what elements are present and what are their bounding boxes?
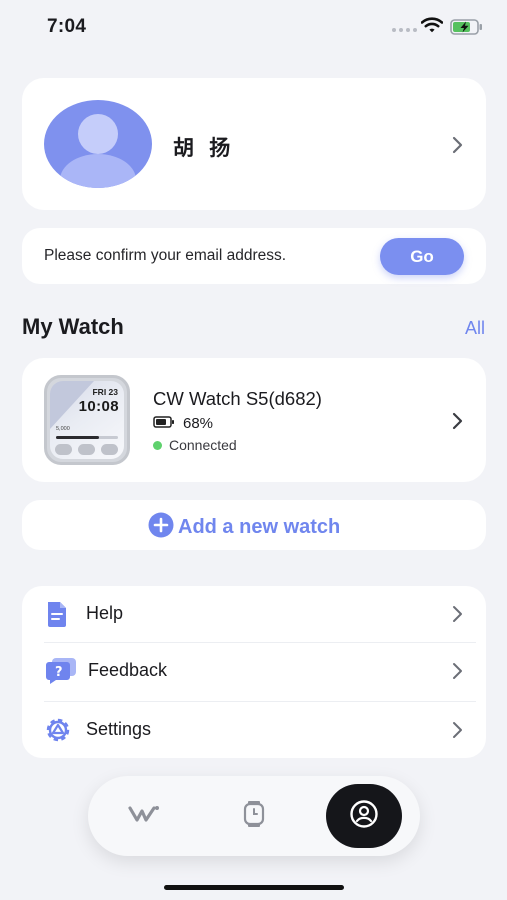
profile-icon [349,799,379,834]
watch-connection-status: Connected [153,437,237,453]
chevron-right-icon [452,662,464,680]
watch-face-time: 10:08 [78,398,119,415]
chevron-right-icon [452,721,464,739]
my-watch-title: My Watch [22,314,124,339]
svg-text:?: ? [55,665,63,680]
avatar [44,100,152,188]
profile-name: 胡 扬 [173,136,235,160]
watch-battery: 68% [153,415,213,432]
status-time: 7:04 [47,16,87,37]
menu-item-help[interactable]: Help [22,586,486,644]
all-watches-link[interactable]: All [465,318,485,339]
bottom-tab-bar [88,776,420,856]
email-confirmation-message: Please confirm your email address. [44,247,287,264]
chevron-right-icon [452,136,464,154]
document-icon [44,600,70,633]
watch-face-image: FRI 23 10:08 5,000 [44,375,130,465]
tab-watch[interactable] [216,786,292,846]
watch-icon [242,800,266,833]
add-watch-label: Add a new watch [178,516,341,538]
cellular-signal-icon [392,28,417,32]
menu-label-help: Help [86,603,124,623]
battery-charging-icon [450,19,484,40]
chevron-right-icon [452,412,464,430]
watch-face-steps: 5,000 [56,426,70,432]
watch-name: CW Watch S5(d682) [153,388,322,409]
status-bar: 7:04 [0,0,507,54]
settings-menu: Help ? Feedback Settings [22,586,486,758]
watch-face-complications [55,444,118,455]
go-button[interactable]: Go [380,238,464,275]
watch-device-card[interactable]: FRI 23 10:08 5,000 CW Watch S5(d682) 68%… [22,358,486,482]
menu-item-feedback[interactable]: ? Feedback [22,643,486,701]
profile-card[interactable]: 胡 扬 [22,78,486,210]
email-confirmation-banner: Please confirm your email address. Go [22,228,486,284]
tab-home[interactable] [106,786,182,846]
menu-item-settings[interactable]: Settings [22,702,486,760]
watch-face-progress [56,436,118,439]
gear-icon [44,716,72,749]
add-watch-button[interactable]: Add a new watch [22,500,486,550]
watch-face-date: FRI 23 [92,387,118,397]
connection-status-label: Connected [169,437,237,453]
battery-icon [153,415,175,432]
chevron-right-icon [452,605,464,623]
plus-circle-icon [148,512,174,543]
tab-profile[interactable] [326,784,402,848]
watch-battery-level: 68% [183,415,214,432]
brand-logo-icon [128,804,160,829]
home-indicator[interactable] [164,885,344,890]
connected-dot-icon [153,440,162,450]
chat-question-icon: ? [44,657,78,690]
menu-label-settings: Settings [86,719,152,739]
wifi-icon [420,17,444,38]
menu-label-feedback: Feedback [88,660,168,680]
